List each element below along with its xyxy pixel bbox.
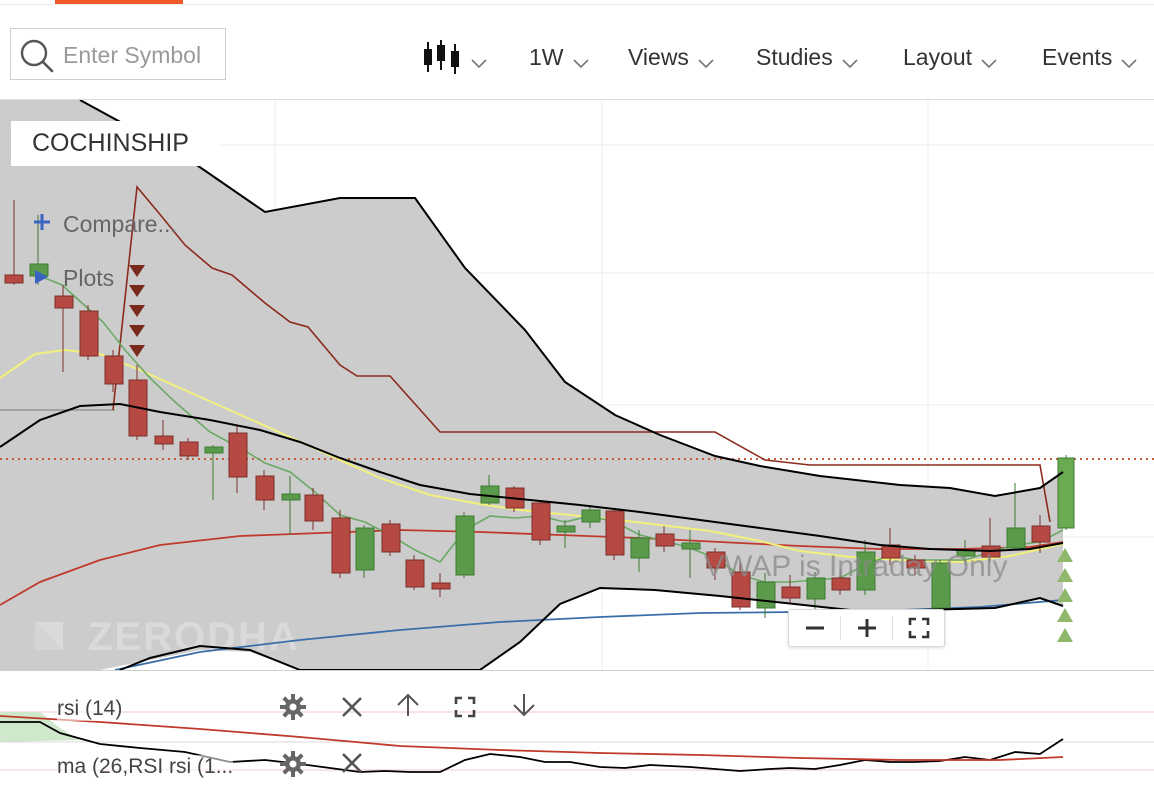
rsi-move-down-button[interactable] [509,690,539,720]
price-chart[interactable]: ZERODHA VWAP is Intraday Only [0,100,1154,670]
search-input[interactable] [61,37,225,73]
ma-study-label: ma (26,RSI rsi (1... [57,755,234,779]
rsi-panel[interactable] [0,671,1154,802]
play-icon [35,270,48,284]
rsi-ma-line [0,715,1064,761]
events-menu[interactable]: Events [1042,41,1137,73]
chevron-down-icon [698,58,714,68]
search-icon [20,39,54,73]
rsi-remove-button[interactable] [337,692,367,722]
chevron-down-icon [572,58,589,68]
interval-dropdown[interactable]: 1W [529,41,589,73]
chevron-down-icon [471,58,487,68]
chevron-down-icon [1121,58,1137,68]
chevron-down-icon [981,58,997,68]
interval-label: 1W [529,43,564,70]
rsi-maximize-button[interactable] [450,692,480,722]
plots-label: Plots [63,265,115,291]
views-menu[interactable]: Views [628,41,714,73]
rsi-study-label: rsi (14) [57,697,123,721]
fullscreen-icon [908,617,929,639]
zoom-in-button[interactable] [841,610,892,646]
minus-icon [805,626,824,630]
ma-settings-button[interactable] [278,749,308,779]
fit-chart-button[interactable] [893,610,944,646]
zoom-out-button[interactable] [789,610,840,646]
chart-toolbar: 1W Views Studies Layout Events [0,5,1154,100]
layout-label: Layout [903,43,973,70]
plus-icon [857,619,876,637]
vwap-notice: VWAP is Intraday Only [704,550,1007,583]
close-icon [342,697,362,717]
views-label: Views [628,43,689,70]
rsi-move-up-button[interactable] [393,690,423,720]
gear-icon [280,694,306,720]
chart-symbol-label: COCHINSHIP [11,121,218,166]
compare-label: Compare... [63,211,177,237]
layout-menu[interactable]: Layout [903,41,997,73]
studies-menu[interactable]: Studies [756,41,858,73]
arrow-up-icon [397,693,419,716]
price-chart-canvas: ZERODHA VWAP is Intraday Only [0,100,1154,670]
plus-icon [34,214,50,230]
candlestick-icon [424,40,459,74]
bollinger-band-fill [0,100,1063,670]
fullscreen-icon [454,696,476,718]
chart-type-dropdown[interactable] [422,40,487,74]
close-icon [342,753,362,773]
studies-label: Studies [756,43,833,70]
chevron-down-icon [842,58,858,68]
rsi-settings-button[interactable] [278,692,308,722]
plots-button[interactable]: Plots [32,265,114,292]
zoom-controls [788,609,945,647]
symbol-search[interactable] [10,28,226,80]
gear-icon [280,751,306,777]
events-label: Events [1042,43,1113,70]
arrow-down-icon [513,694,535,717]
rsi-panel-canvas [0,711,1154,773]
ma-remove-button[interactable] [337,748,367,778]
compare-button[interactable]: Compare... [32,211,177,238]
